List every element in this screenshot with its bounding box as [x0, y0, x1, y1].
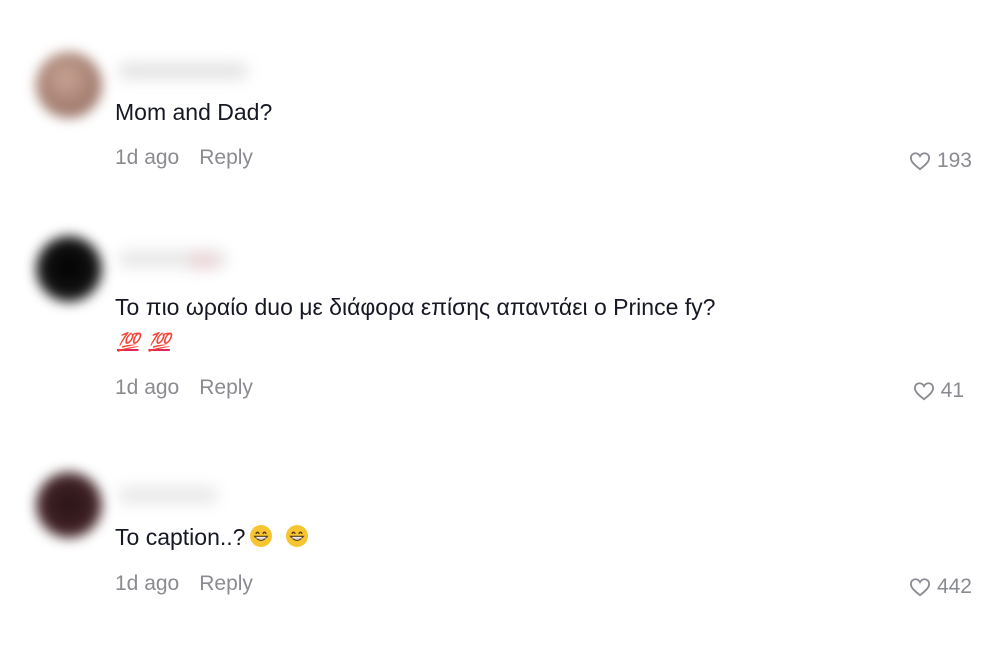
like-button[interactable]: 193 — [909, 148, 972, 174]
heart-outline-icon — [909, 152, 930, 171]
comment-timestamp: 1d ago — [115, 146, 180, 169]
grinning-face-emoji — [250, 525, 273, 547]
reply-button[interactable]: Reply — [199, 376, 253, 399]
hundred-points-emoji: 💯 — [117, 332, 139, 352]
like-button[interactable]: 41 — [913, 378, 964, 404]
like-button[interactable]: 442 — [909, 574, 972, 600]
comment-timestamp: 1d ago — [115, 572, 180, 595]
reply-button[interactable]: Reply — [199, 146, 253, 169]
like-count: 193 — [936, 149, 972, 172]
avatar[interactable] — [36, 472, 102, 538]
username-blurred[interactable] — [118, 486, 218, 504]
username-badge-blurred — [188, 252, 218, 270]
hundred-points-emoji-line: 💯 💯 — [117, 332, 180, 353]
heart-outline-icon — [913, 382, 934, 401]
avatar[interactable] — [36, 236, 102, 302]
comment-timestamp: 1d ago — [115, 376, 180, 399]
heart-outline-icon — [909, 578, 930, 597]
comment-text: Το caption..? — [115, 522, 309, 552]
comment-meta: 1d ago Reply — [115, 375, 253, 401]
comment-meta: 1d ago Reply — [115, 571, 253, 597]
comment-text-content: Το caption..? — [115, 524, 246, 550]
hundred-points-emoji: 💯 — [148, 332, 170, 352]
comment-text: Mom and Dad? — [115, 99, 273, 125]
grinning-face-emoji — [286, 525, 309, 547]
username-blurred[interactable] — [118, 62, 248, 80]
reply-button[interactable]: Reply — [199, 572, 253, 595]
avatar[interactable] — [36, 52, 102, 118]
like-count: 442 — [936, 575, 972, 598]
like-count: 41 — [940, 379, 964, 402]
comment-meta: 1d ago Reply — [115, 145, 253, 171]
comment-text: Το πιο ωραίο duo με διάφορα επίσης απαντ… — [115, 294, 716, 320]
